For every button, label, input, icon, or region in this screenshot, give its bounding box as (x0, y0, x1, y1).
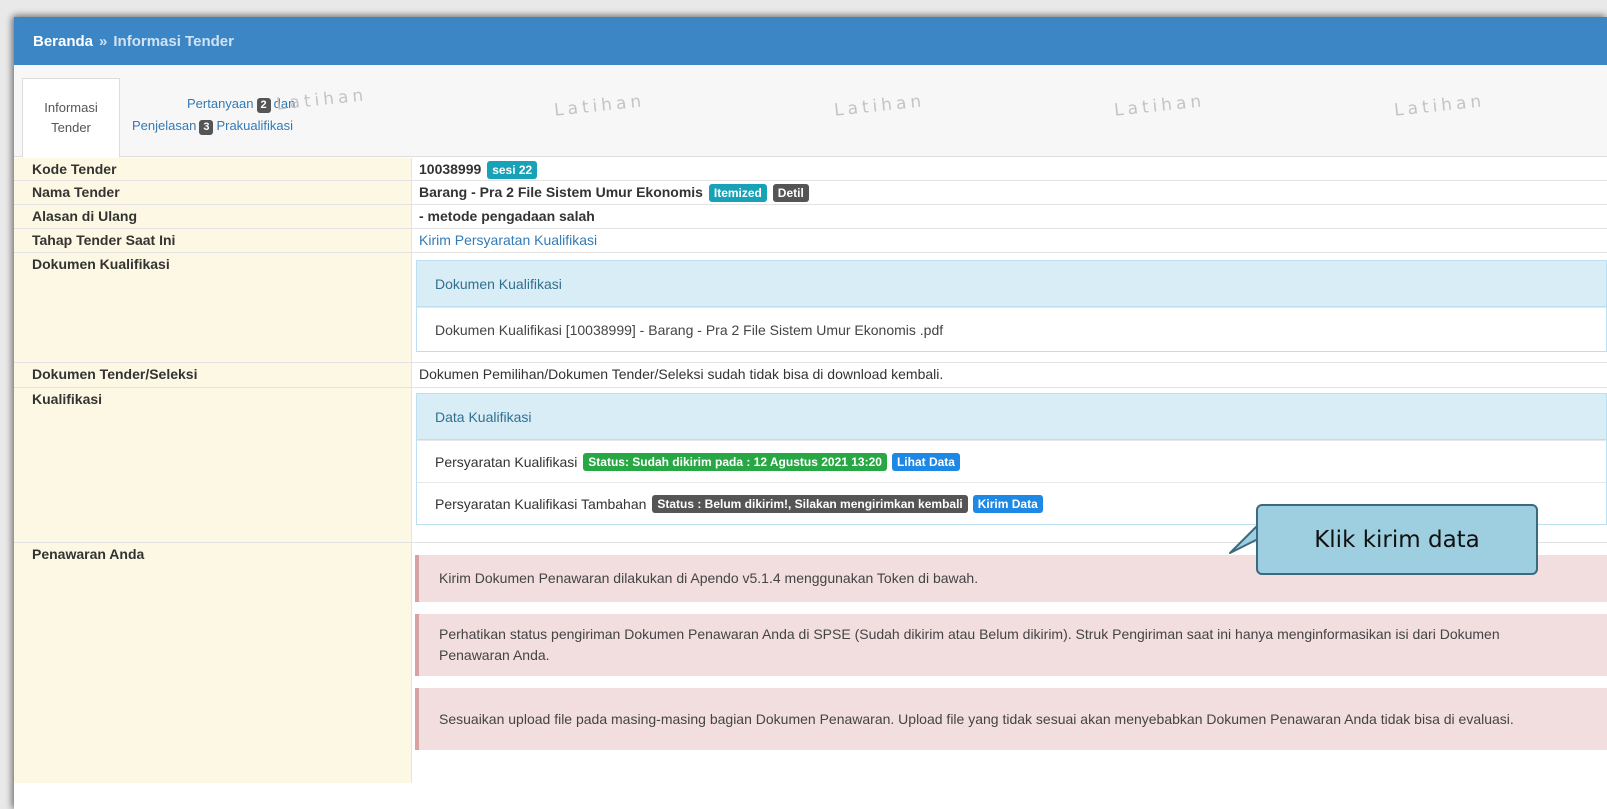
field-label: Kode Tender (14, 158, 412, 180)
nama-tender-value: Barang - Pra 2 File Sistem Umur Ekonomis (419, 184, 703, 200)
tab-bar: Informasi Tender Pertanyaan 2 dan Penjelas… (14, 65, 1607, 158)
field-label: Nama Tender (14, 181, 412, 204)
tab-text: Prakualifikasi (216, 118, 294, 133)
row-alasan-ulang: Alasan di Ulang - metode pengadaan salah (14, 205, 1607, 229)
field-label: Dokumen Tender/Seleksi (14, 363, 412, 387)
watermark: Latihan (275, 85, 369, 115)
tahap-link[interactable]: Kirim Persyaratan Kualifikasi (412, 229, 1607, 252)
field-label: Kualifikasi (14, 388, 412, 542)
dokumen-kualifikasi-file-link[interactable]: Dokumen Kualifikasi [10038999] - Barang … (417, 307, 1606, 351)
alert-penawaran-2: Perhatikan status pengiriman Dokumen Pen… (415, 614, 1607, 676)
watermark: Latihan (1113, 91, 1207, 121)
page-frame: Beranda » Informasi Tender Informasi Ten… (14, 17, 1607, 809)
dokumen-kualifikasi-panel: Dokumen Kualifikasi Dokumen Kualifikasi … (416, 260, 1607, 352)
watermark: Latihan (553, 91, 647, 121)
panel-title: Dokumen Kualifikasi (417, 261, 1606, 307)
detail-button[interactable]: Detil (772, 184, 809, 202)
panel-title: Data Kualifikasi (417, 394, 1606, 440)
persyaratan-kualifikasi-row: Persyaratan Kualifikasi Status: Sudah di… (417, 440, 1606, 482)
breadcrumb-separator: » (99, 32, 108, 50)
row-penawaran: Penawaran Anda Kirim Dokumen Penawaran d… (14, 543, 1607, 783)
field-label: Tahap Tender Saat Ini (14, 229, 412, 252)
breadcrumb-home-link[interactable]: Beranda (33, 33, 93, 50)
callout-annotation: Klik kirim data (1256, 504, 1538, 575)
breadcrumb: Beranda » Informasi Tender (14, 17, 1607, 65)
row-kode-tender: Kode Tender 10038999 sesi 22 (14, 158, 1607, 181)
status-sent-badge: Status: Sudah dikirim pada : 12 Agustus … (583, 452, 887, 471)
tab-pertanyaan-penjelasan[interactable]: Pertanyaan 2 dan Penjelasan 3 Prakualifikasi (132, 93, 295, 137)
tab-text: Penjelasan (132, 118, 197, 133)
row-nama-tender: Nama Tender Barang - Pra 2 File Sistem U… (14, 181, 1607, 205)
field-label: Penawaran Anda (14, 543, 412, 783)
row-tahap-tender: Tahap Tender Saat Ini Kirim Persyaratan … (14, 229, 1607, 253)
itemized-badge: Itemized (708, 184, 767, 202)
lihat-data-button[interactable]: Lihat Data (891, 452, 960, 471)
persyaratan-tambahan-label: Persyaratan Kualifikasi Tambahan (435, 495, 647, 512)
tab-text: Pertanyaan (187, 96, 254, 111)
explanation-count-badge: 3 (199, 120, 214, 135)
row-dokumen-kualifikasi: Dokumen Kualifikasi Dokumen Kualifikasi … (14, 253, 1607, 363)
watermark: Latihan (1393, 91, 1487, 121)
field-label: Dokumen Kualifikasi (14, 253, 412, 362)
question-count-badge: 2 (256, 98, 271, 113)
persyaratan-label: Persyaratan Kualifikasi (435, 453, 578, 470)
tab-label-line2: Tender (51, 120, 91, 135)
dokumen-tender-value: Dokumen Pemilihan/Dokumen Tender/Seleksi… (419, 366, 944, 382)
watermark: Latihan (833, 91, 927, 121)
row-dokumen-tender: Dokumen Tender/Seleksi Dokumen Pemilihan… (14, 363, 1607, 388)
tab-label-line1: Informasi (44, 100, 98, 115)
tender-info-table: Kode Tender 10038999 sesi 22 Nama Tender… (14, 158, 1607, 783)
tab-informasi-tender[interactable]: Informasi Tender (22, 78, 120, 158)
kirim-data-button[interactable]: Kirim Data (972, 494, 1043, 513)
alert-penawaran-3: Sesuaikan upload file pada masing-masing… (415, 688, 1607, 750)
status-not-sent-badge: Status : Belum dikirim!, Silakan mengiri… (652, 494, 968, 513)
alasan-value: - metode pengadaan salah (419, 208, 595, 224)
session-badge: sesi 22 (487, 161, 538, 179)
kode-tender-value: 10038999 (419, 161, 482, 177)
field-label: Alasan di Ulang (14, 205, 412, 228)
breadcrumb-current: Informasi Tender (113, 32, 234, 50)
